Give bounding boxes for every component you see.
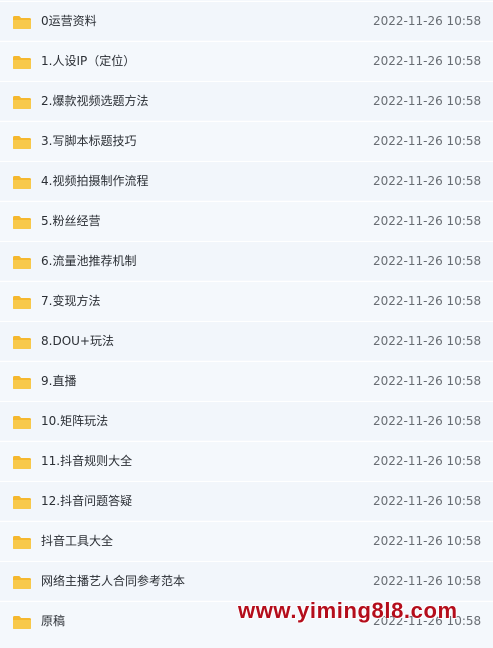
modified-date: 2022-11-26 10:58	[373, 374, 482, 388]
modified-date: 2022-11-26 10:58	[373, 254, 482, 268]
folder-icon	[13, 56, 31, 69]
list-item[interactable]: 3.写脚本标题技巧 2022-11-26 10:58	[0, 121, 493, 160]
folder-icon	[13, 536, 31, 549]
modified-date: 2022-11-26 10:58	[373, 574, 482, 588]
list-item[interactable]: 1.人设IP（定位） 2022-11-26 10:58	[0, 41, 493, 80]
folder-name: 11.抖音规则大全	[41, 454, 133, 468]
list-item[interactable]: 5.粉丝经营 2022-11-26 10:58	[0, 201, 493, 240]
modified-date: 2022-11-26 10:58	[373, 334, 482, 348]
modified-date: 2022-11-26 10:58	[373, 494, 482, 508]
list-item[interactable]: 6.流量池推荐机制 2022-11-26 10:58	[0, 241, 493, 280]
list-item[interactable]: 10.矩阵玩法 2022-11-26 10:58	[0, 401, 493, 440]
folder-icon	[13, 496, 31, 509]
file-list: 0运营资料 2022-11-26 10:58 1.人设IP（定位） 2022-1…	[0, 0, 493, 648]
list-item[interactable]: 12.抖音问题答疑 2022-11-26 10:58	[0, 481, 493, 520]
folder-name: 10.矩阵玩法	[41, 414, 109, 428]
folder-icon	[13, 96, 31, 109]
folder-name: 7.变现方法	[41, 294, 101, 308]
modified-date: 2022-11-26 10:58	[373, 454, 482, 468]
folder-icon	[13, 456, 31, 469]
modified-date: 2022-11-26 10:58	[373, 414, 482, 428]
folder-icon	[13, 136, 31, 149]
folder-name: 2.爆款视频选题方法	[41, 94, 149, 108]
modified-date: 2022-11-26 10:58	[373, 294, 482, 308]
modified-date: 2022-11-26 10:58	[373, 54, 482, 68]
folder-icon	[13, 336, 31, 349]
list-item[interactable]: 8.DOU+玩法 2022-11-26 10:58	[0, 321, 493, 360]
modified-date: 2022-11-26 10:58	[373, 94, 482, 108]
folder-name: 9.直播	[41, 374, 77, 388]
list-item[interactable]: 网络主播艺人合同参考范本 2022-11-26 10:58	[0, 561, 493, 600]
folder-icon	[13, 576, 31, 589]
folder-name: 1.人设IP（定位）	[41, 54, 136, 68]
folder-name: 抖音工具大全	[41, 534, 114, 548]
list-item[interactable]: 4.视频拍摄制作流程 2022-11-26 10:58	[0, 161, 493, 200]
folder-icon	[13, 296, 31, 309]
list-item[interactable]: 7.变现方法 2022-11-26 10:58	[0, 281, 493, 320]
folder-name: 网络主播艺人合同参考范本	[41, 574, 186, 588]
modified-date: 2022-11-26 10:58	[373, 14, 482, 28]
list-item[interactable]: 0运营资料 2022-11-26 10:58	[0, 1, 493, 40]
folder-name: 4.视频拍摄制作流程	[41, 174, 149, 188]
folder-name: 3.写脚本标题技巧	[41, 134, 137, 148]
folder-icon	[13, 256, 31, 269]
list-item[interactable]: 2.爆款视频选题方法 2022-11-26 10:58	[0, 81, 493, 120]
modified-date: 2022-11-26 10:58	[373, 214, 482, 228]
folder-name: 12.抖音问题答疑	[41, 494, 133, 508]
watermark-text: www.yiming8l8.com	[238, 598, 458, 623]
list-item[interactable]: 9.直播 2022-11-26 10:58	[0, 361, 493, 400]
folder-name: 6.流量池推荐机制	[41, 254, 137, 268]
folder-icon	[13, 616, 31, 629]
modified-date: 2022-11-26 10:58	[373, 534, 482, 548]
folder-name: 8.DOU+玩法	[41, 334, 114, 348]
modified-date: 2022-11-26 10:58	[373, 174, 482, 188]
folder-name: 0运营资料	[41, 14, 97, 28]
folder-icon	[13, 216, 31, 229]
folder-icon	[13, 176, 31, 189]
folder-name: 5.粉丝经营	[41, 214, 101, 228]
folder-icon	[13, 376, 31, 389]
list-item[interactable]: 11.抖音规则大全 2022-11-26 10:58	[0, 441, 493, 480]
list-item[interactable]: 抖音工具大全 2022-11-26 10:58	[0, 521, 493, 560]
folder-icon	[13, 416, 31, 429]
folder-icon	[13, 16, 31, 29]
folder-name: 原稿	[41, 614, 66, 628]
modified-date: 2022-11-26 10:58	[373, 134, 482, 148]
